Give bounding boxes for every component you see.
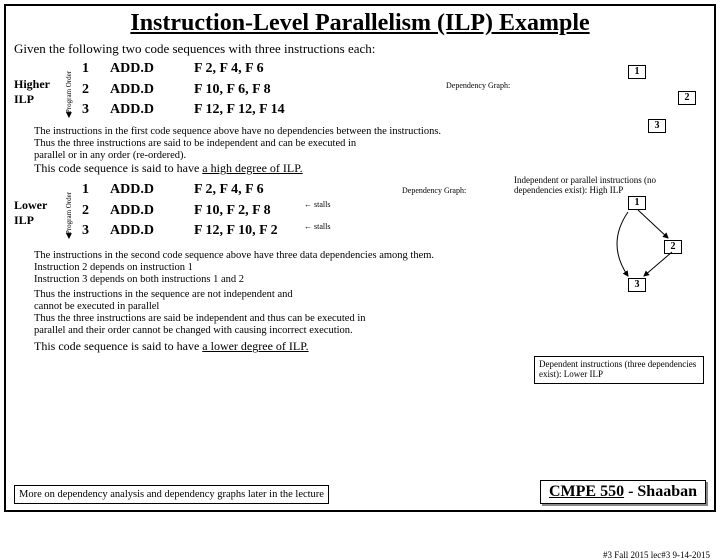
lower-instr-table: 1 ADD.D F 2, F 4, F 6 2 ADD.D F 10, F 2,… [82,182,394,244]
program-order-label: Program Order [65,192,73,234]
expl-line: Thus the three instructions are said to … [34,138,706,150]
instr-args: F 2, F 4, F 6 [194,182,394,203]
dependency-edges-icon [556,194,706,294]
higher-ilp-label: Higher ILP [14,61,62,123]
higher-instr-table: 1 ADD.D F 2, F 4, F 6 2 ADD.D F 10, F 6,… [82,61,394,123]
expl-line: cannot be executed in parallel [34,301,706,313]
dep-node-2: 2 [678,91,696,105]
instr-num: 1 [82,61,106,82]
instr-op: ADD.D [110,82,190,103]
expl-line: The instructions in the first code seque… [34,126,706,138]
instr-args: F 2, F 4, F 6 [194,61,394,82]
instr-num: 2 [82,82,106,103]
expl-underline: a lower degree of ILP. [202,339,308,353]
instr-op: ADD.D [110,61,190,82]
higher-ilp-row: Higher ILP Program Order ▼ 1 ADD.D F 2, … [14,61,706,123]
more-note: More on dependency analysis and dependen… [14,485,329,504]
instr-num: 2 [82,203,106,224]
dep-node-1: 1 [628,65,646,79]
program-order-label: Program Order [65,71,73,113]
dep-graph-title: Dependency Graph: [446,81,510,90]
dep-graph-title: Dependency Graph: [402,186,466,195]
instr-op: ADD.D [110,203,190,224]
lower-ilp-label: Lower ILP [14,182,62,244]
instr-op: ADD.D [110,223,190,244]
expl-line: This code sequence is said to have [34,161,202,175]
instr-num: 3 [82,102,106,123]
higher-dep-graph: Dependency Graph: 1 2 [394,61,706,123]
instr-num: 1 [82,182,106,203]
program-order-axis: Program Order ▼ [62,182,76,244]
instr-args: F 10, F 2, F 8 [194,203,394,224]
down-arrow-icon: ▼ [64,110,74,121]
expl-line: parallel and their order cannot be chang… [34,325,706,337]
author-name: Shaaban [637,483,697,500]
explanation-1: The instructions in the first code seque… [34,126,706,176]
instr-op: ADD.D [110,182,190,203]
instr-args: F 10, F 6, F 8 [194,82,394,103]
given-text: Given the following two code sequences w… [14,41,706,57]
expl-line: This code sequence is said to have [34,339,202,353]
expl-underline: a high degree of ILP. [202,161,302,175]
stall-label: stalls [304,200,330,209]
down-arrow-icon: ▼ [64,231,74,242]
dep-node-3: 3 [648,119,666,133]
instr-num: 3 [82,223,106,244]
lecture-footnote: #3 Fall 2015 lec#3 9-14-2015 [603,550,710,560]
program-order-axis: Program Order ▼ [62,61,76,123]
expl-line: Thus the three instructions are said be … [34,313,706,325]
slide: Instruction-Level Parallelism (ILP) Exam… [4,4,716,512]
low-ilp-caption: Dependent instructions (three dependenci… [534,356,704,384]
course-code: CMPE 550 [549,483,624,500]
stall-label: stalls [304,222,330,231]
page-title: Instruction-Level Parallelism (ILP) Exam… [14,10,706,37]
instr-op: ADD.D [110,102,190,123]
instr-args: F 12, F 12, F 14 [194,102,394,123]
footer-badge: CMPE 550 - Shaaban [540,480,706,504]
instr-args: F 12, F 10, F 2 [194,223,394,244]
